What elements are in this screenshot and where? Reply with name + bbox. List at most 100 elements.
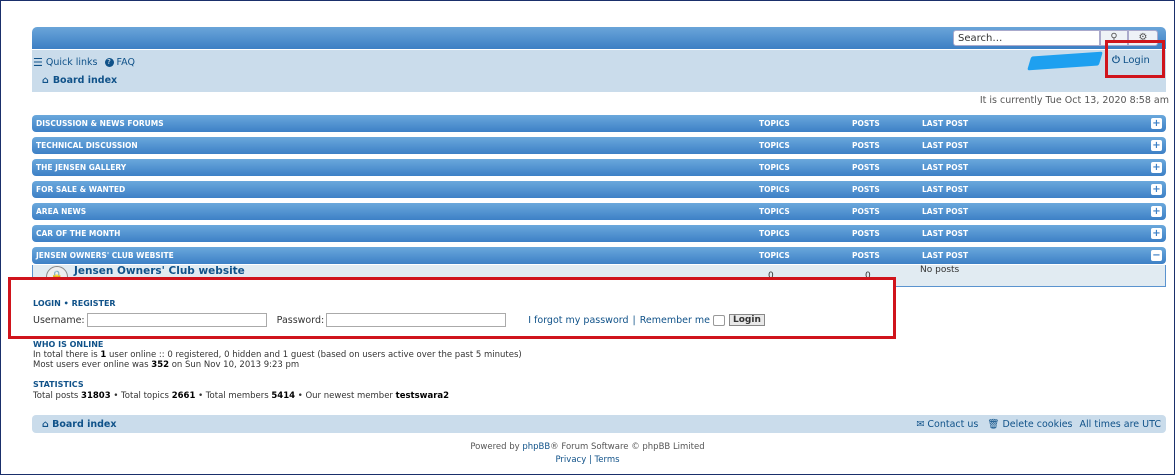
text: Most users ever online was — [33, 360, 152, 370]
phpbb-link[interactable]: phpBB — [522, 442, 550, 452]
delete-cookies-link[interactable]: Delete cookies — [1002, 419, 1072, 430]
text: Total posts — [33, 391, 82, 401]
column-posts: POSTS — [852, 251, 880, 260]
text: on Sun Nov 10, 2013 9:23 pm — [169, 360, 300, 370]
privacy-link[interactable]: Privacy — [555, 455, 586, 465]
column-last-post: LAST POST — [922, 185, 969, 194]
forum-category-row[interactable]: CAR OF THE MONTH TOPICS POSTS LAST POST … — [32, 225, 1166, 242]
statistics-title: STATISTICS — [33, 380, 84, 389]
login-register-heading: LOGIN • REGISTER — [33, 299, 116, 308]
contact-us-link[interactable]: Contact us — [927, 419, 978, 430]
register-link[interactable]: REGISTER — [72, 299, 116, 308]
text: • Our newest member — [295, 391, 396, 401]
username-label: Username: — [33, 314, 85, 326]
column-last-post: LAST POST — [922, 119, 969, 128]
text: • Total topics — [110, 391, 172, 401]
column-posts: POSTS — [852, 119, 880, 128]
forum-category-name[interactable]: JENSEN OWNERS' CLUB WEBSITE — [36, 251, 174, 260]
column-posts: POSTS — [852, 141, 880, 150]
total-members: 5414 — [271, 391, 296, 401]
terms-link[interactable]: Terms — [595, 455, 620, 465]
statistics-line: Total posts 31803 • Total topics 2661 • … — [33, 391, 449, 401]
forgot-password-link[interactable]: I forgot my password — [528, 315, 628, 326]
remember-me-label: Remember me — [639, 314, 711, 326]
text: ® Forum Software © phpBB Limited — [550, 442, 705, 452]
separator: | — [588, 455, 592, 465]
forum-category-row[interactable]: DISCUSSION & NEWS FORUMS TOPICS POSTS LA… — [32, 115, 1166, 132]
column-last-post: LAST POST — [922, 251, 969, 260]
column-last-post: LAST POST — [922, 207, 969, 216]
faq-link[interactable]: FAQ — [117, 57, 135, 68]
login-heading-link[interactable]: LOGIN — [33, 299, 61, 308]
home-icon: ⌂ — [42, 75, 49, 86]
breadcrumb: ⌂ Board index — [42, 75, 117, 86]
expand-icon[interactable]: + — [1151, 162, 1162, 173]
forum-category-name[interactable]: FOR SALE & WANTED — [36, 185, 125, 194]
help-icon: ? — [104, 58, 114, 67]
login-form: Username: Password: I forgot my password… — [33, 313, 765, 327]
text: Powered by — [470, 442, 523, 452]
text: In total there is — [33, 350, 101, 360]
footer-links: ✉ Contact us 🗑 Delete cookies All times … — [916, 419, 1161, 430]
collapse-icon[interactable]: − — [1151, 250, 1162, 261]
total-topics: 2661 — [171, 391, 196, 401]
quick-links-link[interactable]: Quick links — [46, 57, 98, 68]
forum-category-row[interactable]: JENSEN OWNERS' CLUB WEBSITE TOPICS POSTS… — [32, 247, 1166, 264]
forum-category-name[interactable]: AREA NEWS — [36, 207, 86, 216]
column-last-post: LAST POST — [922, 141, 969, 150]
forum-category-name[interactable]: THE JENSEN GALLERY — [36, 163, 126, 172]
board-index-link[interactable]: Board index — [53, 75, 117, 86]
forum-last-post: No posts — [920, 265, 960, 275]
search-input[interactable]: Search… — [953, 30, 1100, 46]
login-submit-button[interactable]: Login — [729, 314, 765, 326]
highlight-box-login-form — [8, 277, 896, 339]
forum-category-row[interactable]: THE JENSEN GALLERY TOPICS POSTS LAST POS… — [32, 159, 1166, 176]
expand-icon[interactable]: + — [1151, 140, 1162, 151]
forum-category-name[interactable]: TECHNICAL DISCUSSION — [36, 141, 138, 150]
navbar — [32, 50, 1166, 92]
remember-me-checkbox[interactable] — [713, 314, 726, 326]
column-topics: TOPICS — [759, 207, 790, 216]
forum-category-name[interactable]: DISCUSSION & NEWS FORUMS — [36, 119, 164, 128]
timezone-text: All times are UTC — [1079, 419, 1161, 430]
column-topics: TOPICS — [759, 229, 790, 238]
username-field[interactable] — [86, 313, 267, 327]
column-posts: POSTS — [852, 163, 880, 172]
who-is-online-line2: Most users ever online was 352 on Sun No… — [33, 360, 299, 370]
forum-title-link[interactable]: Jensen Owners' Club website — [74, 265, 245, 277]
forum-category-row[interactable]: FOR SALE & WANTED TOPICS POSTS LAST POST… — [32, 181, 1166, 198]
column-last-post: LAST POST — [922, 229, 969, 238]
quick-links-row: ☰ Quick links ? FAQ — [33, 56, 135, 69]
text: user online :: 0 registered, 0 hidden an… — [106, 350, 522, 360]
who-is-online-title: WHO IS ONLINE — [33, 340, 104, 349]
footer-breadcrumb: ⌂ Board index — [42, 419, 117, 430]
home-icon: ⌂ — [42, 419, 49, 430]
column-topics: TOPICS — [759, 119, 790, 128]
column-topics: TOPICS — [759, 251, 790, 260]
total-posts: 31803 — [81, 391, 111, 401]
password-field[interactable] — [326, 313, 507, 327]
forum-category-row[interactable]: AREA NEWS TOPICS POSTS LAST POST + — [32, 203, 1166, 220]
newest-member-link[interactable]: testswara2 — [396, 391, 449, 401]
highlight-box-login — [1105, 40, 1165, 78]
powered-by: Powered by phpBB® Forum Software © phpBB… — [0, 442, 1175, 452]
heading-separator: • — [63, 299, 69, 308]
separator: | — [632, 314, 636, 326]
column-last-post: LAST POST — [922, 163, 969, 172]
trash-icon: 🗑 — [987, 419, 1000, 430]
expand-icon[interactable]: + — [1151, 228, 1162, 239]
footer-board-index-link[interactable]: Board index — [52, 419, 116, 430]
expand-icon[interactable]: + — [1151, 206, 1162, 217]
privacy-terms: Privacy | Terms — [0, 455, 1175, 465]
forum-category-name[interactable]: CAR OF THE MONTH — [36, 229, 120, 238]
forum-category-row[interactable]: TECHNICAL DISCUSSION TOPICS POSTS LAST P… — [32, 137, 1166, 154]
envelope-icon: ✉ — [916, 419, 925, 430]
hamburger-icon: ☰ — [33, 56, 43, 69]
record-count: 352 — [151, 360, 170, 370]
column-posts: POSTS — [852, 229, 880, 238]
text: • Total members — [195, 391, 272, 401]
expand-icon[interactable]: + — [1151, 118, 1162, 129]
column-posts: POSTS — [852, 207, 880, 216]
expand-icon[interactable]: + — [1151, 184, 1162, 195]
column-topics: TOPICS — [759, 141, 790, 150]
